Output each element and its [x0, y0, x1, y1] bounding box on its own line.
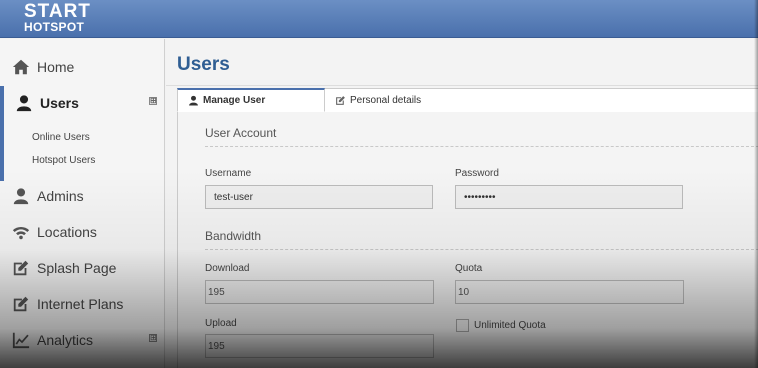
- manage-user-panel: User Account Username Password Bandwidth…: [177, 112, 758, 368]
- user-icon: [11, 186, 31, 206]
- sidebar-item-admins[interactable]: Admins: [0, 179, 164, 213]
- logo-line-2: HOTSPOT: [24, 20, 85, 34]
- username-input[interactable]: [205, 185, 433, 209]
- quota-input[interactable]: [455, 280, 684, 304]
- divider: [205, 146, 758, 147]
- unlimited-quota-label: Unlimited Quota: [474, 320, 546, 331]
- section-title-bandwidth: Bandwidth: [205, 229, 262, 243]
- wifi-icon: [11, 222, 31, 242]
- username-label: Username: [205, 168, 252, 179]
- edit-icon: [336, 96, 345, 105]
- download-input[interactable]: [205, 280, 434, 304]
- sidebar-item-label: Locations: [37, 224, 97, 240]
- sidebar-item-internet-plans[interactable]: Internet Plans: [0, 287, 164, 321]
- download-label: Download: [205, 263, 250, 274]
- upload-label: Upload: [205, 318, 237, 329]
- tab-bar: Manage User Personal details: [177, 88, 758, 112]
- sidebar: Home Users ⊞ Online Users Hotspot Users …: [0, 39, 165, 368]
- sidebar-item-label: Admins: [37, 188, 84, 204]
- sidebar-item-label: Users: [40, 95, 79, 111]
- users-submenu: Online Users Hotspot Users: [0, 117, 164, 181]
- sidebar-item-label: Analytics: [37, 332, 94, 348]
- chart-icon: [11, 330, 31, 350]
- main-content: Users Manage User Personal details User …: [166, 39, 758, 368]
- sidebar-item-users[interactable]: Users ⊞: [0, 86, 164, 120]
- tab-personal-details[interactable]: Personal details: [325, 88, 758, 112]
- edit-icon: [11, 258, 31, 278]
- quota-label: Quota: [455, 263, 483, 274]
- tab-label: Manage User: [203, 95, 266, 106]
- password-input[interactable]: [455, 185, 683, 209]
- sidebar-item-home[interactable]: Home: [0, 50, 164, 84]
- expand-icon[interactable]: ⊞: [149, 97, 157, 105]
- edit-icon: [11, 294, 31, 314]
- sidebar-item-locations[interactable]: Locations: [0, 215, 164, 249]
- sidebar-subitem-online-users[interactable]: Online Users: [32, 132, 90, 143]
- logo[interactable]: START HOTSPOT: [24, 2, 91, 33]
- sidebar-subitem-hotspot-users[interactable]: Hotspot Users: [32, 155, 95, 166]
- tab-label: Personal details: [350, 95, 422, 106]
- page-title: Users: [177, 54, 230, 75]
- user-icon: [14, 93, 34, 113]
- password-label: Password: [455, 168, 499, 179]
- sidebar-item-label: Home: [37, 59, 75, 75]
- sidebar-item-label: Internet Plans: [37, 296, 124, 312]
- home-icon: [11, 57, 31, 77]
- divider: [205, 249, 758, 250]
- upload-input[interactable]: [205, 334, 434, 358]
- user-icon: [189, 95, 198, 106]
- logo-line-1: START: [24, 1, 91, 22]
- sidebar-item-label: Splash Page: [37, 260, 117, 276]
- top-bar: START HOTSPOT: [0, 0, 758, 38]
- divider: [166, 85, 758, 86]
- expand-icon[interactable]: ⊞: [149, 334, 157, 342]
- tab-manage-user[interactable]: Manage User: [177, 88, 325, 112]
- sidebar-item-splash-page[interactable]: Splash Page: [0, 251, 164, 285]
- sidebar-item-analytics[interactable]: Analytics ⊞: [0, 323, 164, 357]
- unlimited-quota-checkbox[interactable]: [456, 319, 469, 332]
- section-title-user-account: User Account: [205, 126, 277, 140]
